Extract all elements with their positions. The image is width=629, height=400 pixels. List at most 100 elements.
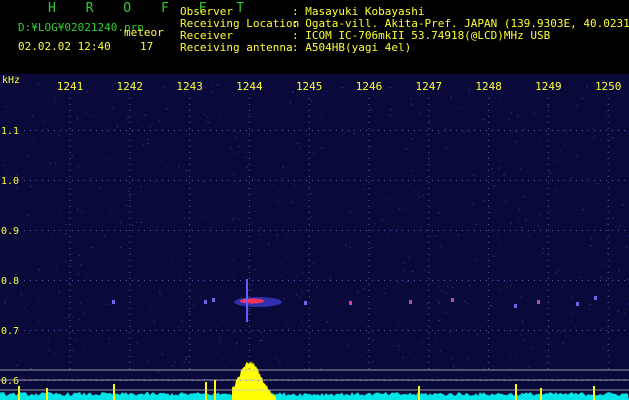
noise-speck — [589, 237, 591, 239]
x-grid-dot — [607, 290, 609, 291]
noise-speck — [88, 348, 91, 350]
noise-speck — [184, 291, 187, 293]
y-grid-dot — [186, 280, 187, 281]
noise-speck — [538, 213, 541, 215]
x-grid-dot — [368, 266, 370, 267]
noise-speck — [353, 341, 356, 344]
noise-speck — [444, 86, 446, 89]
x-grid-dot — [428, 200, 430, 201]
x-grid-dot — [189, 158, 191, 159]
x-grid-dot — [189, 206, 191, 207]
noise-speck — [178, 263, 180, 265]
noise-speck — [39, 147, 41, 149]
x-grid-dot — [428, 314, 430, 315]
x-grid-dot — [607, 230, 609, 231]
x-grid-dot — [547, 182, 549, 183]
noise-speck — [445, 128, 447, 130]
y-grid-dot — [366, 130, 367, 131]
x-grid-dot — [428, 152, 430, 153]
noise-speck — [54, 242, 57, 244]
noise-speck — [194, 136, 196, 138]
y-grid-dot — [132, 230, 133, 231]
y-grid-dot — [354, 330, 355, 331]
x-grid-dot — [308, 320, 310, 321]
spectrum-peak — [18, 386, 20, 400]
noise-speck — [294, 234, 296, 236]
noise-speck — [441, 290, 443, 292]
noise-speck — [161, 353, 164, 355]
y-grid-dot — [90, 230, 91, 231]
y-grid-dot — [480, 180, 481, 181]
noise-speck — [238, 146, 240, 148]
noise-speck — [104, 127, 107, 129]
noise-speck — [234, 101, 236, 103]
noise-speck — [286, 365, 289, 367]
x-grid-dot — [607, 122, 609, 123]
noise-speck — [478, 142, 481, 144]
x-grid-dot — [189, 362, 191, 363]
header-panel: H R O F F T D:¥LOG¥02021240.prn meteor 0… — [0, 0, 629, 74]
y-grid-dot — [318, 230, 319, 231]
noise-speck — [416, 294, 418, 296]
noise-speck — [159, 294, 161, 296]
noise-speck — [389, 109, 392, 111]
noise-speck — [38, 321, 40, 323]
x-grid-dot — [248, 260, 250, 261]
y-grid-dot — [606, 180, 607, 181]
x-grid-dot — [189, 266, 191, 267]
y-grid-dot — [174, 130, 175, 131]
y-grid-dot — [210, 180, 211, 181]
y-grid-dot — [462, 180, 463, 181]
noise-speck — [570, 258, 572, 260]
y-grid-dot — [384, 280, 385, 281]
y-grid-dot — [96, 180, 97, 181]
x-grid-dot — [308, 326, 310, 327]
x-grid-dot — [248, 194, 250, 195]
y-grid-dot — [546, 230, 547, 231]
y-grid-dot — [90, 130, 91, 131]
noise-speck — [356, 314, 359, 317]
x-grid-dot — [547, 326, 549, 327]
noise-speck — [297, 143, 299, 145]
x-grid-dot — [488, 188, 490, 189]
x-grid-dot — [488, 110, 490, 111]
x-grid-dot — [248, 230, 250, 231]
noise-speck — [250, 288, 252, 290]
x-grid-dot — [308, 242, 310, 243]
noise-speck — [58, 210, 60, 212]
x-grid-dot — [248, 290, 250, 291]
noise-speck — [113, 158, 115, 160]
noise-speck — [197, 256, 199, 258]
x-grid-dot — [129, 188, 131, 189]
x-grid-dot — [488, 296, 490, 297]
y-grid-dot — [78, 280, 79, 281]
x-grid-dot — [129, 338, 131, 339]
noise-speck — [449, 332, 451, 334]
x-grid-dot — [547, 242, 549, 243]
y-grid-dot — [216, 330, 217, 331]
noise-speck — [549, 169, 551, 171]
y-grid-dot — [210, 230, 211, 231]
y-grid-dot — [408, 330, 409, 331]
noise-speck — [499, 137, 501, 139]
y-grid-dot — [408, 130, 409, 131]
noise-speck — [581, 85, 584, 87]
y-grid-dot — [78, 230, 79, 231]
noise-speck — [584, 199, 586, 202]
y-grid-dot — [264, 180, 265, 181]
x-grid-dot — [547, 218, 549, 219]
y-grid-dot — [192, 280, 193, 281]
y-grid-dot — [426, 230, 427, 231]
noise-speck — [276, 201, 278, 203]
noise-speck — [509, 285, 512, 287]
y-grid-dot — [276, 130, 277, 131]
noise-speck — [280, 193, 283, 195]
noise-speck — [180, 363, 183, 365]
x-grid-dot — [69, 278, 71, 279]
noise-speck — [384, 95, 386, 97]
x-grid-dot — [129, 212, 131, 213]
y-grid-dot — [420, 280, 421, 281]
noise-speck — [570, 297, 572, 299]
x-grid-dot — [607, 164, 609, 165]
y-grid-dot — [438, 330, 439, 331]
